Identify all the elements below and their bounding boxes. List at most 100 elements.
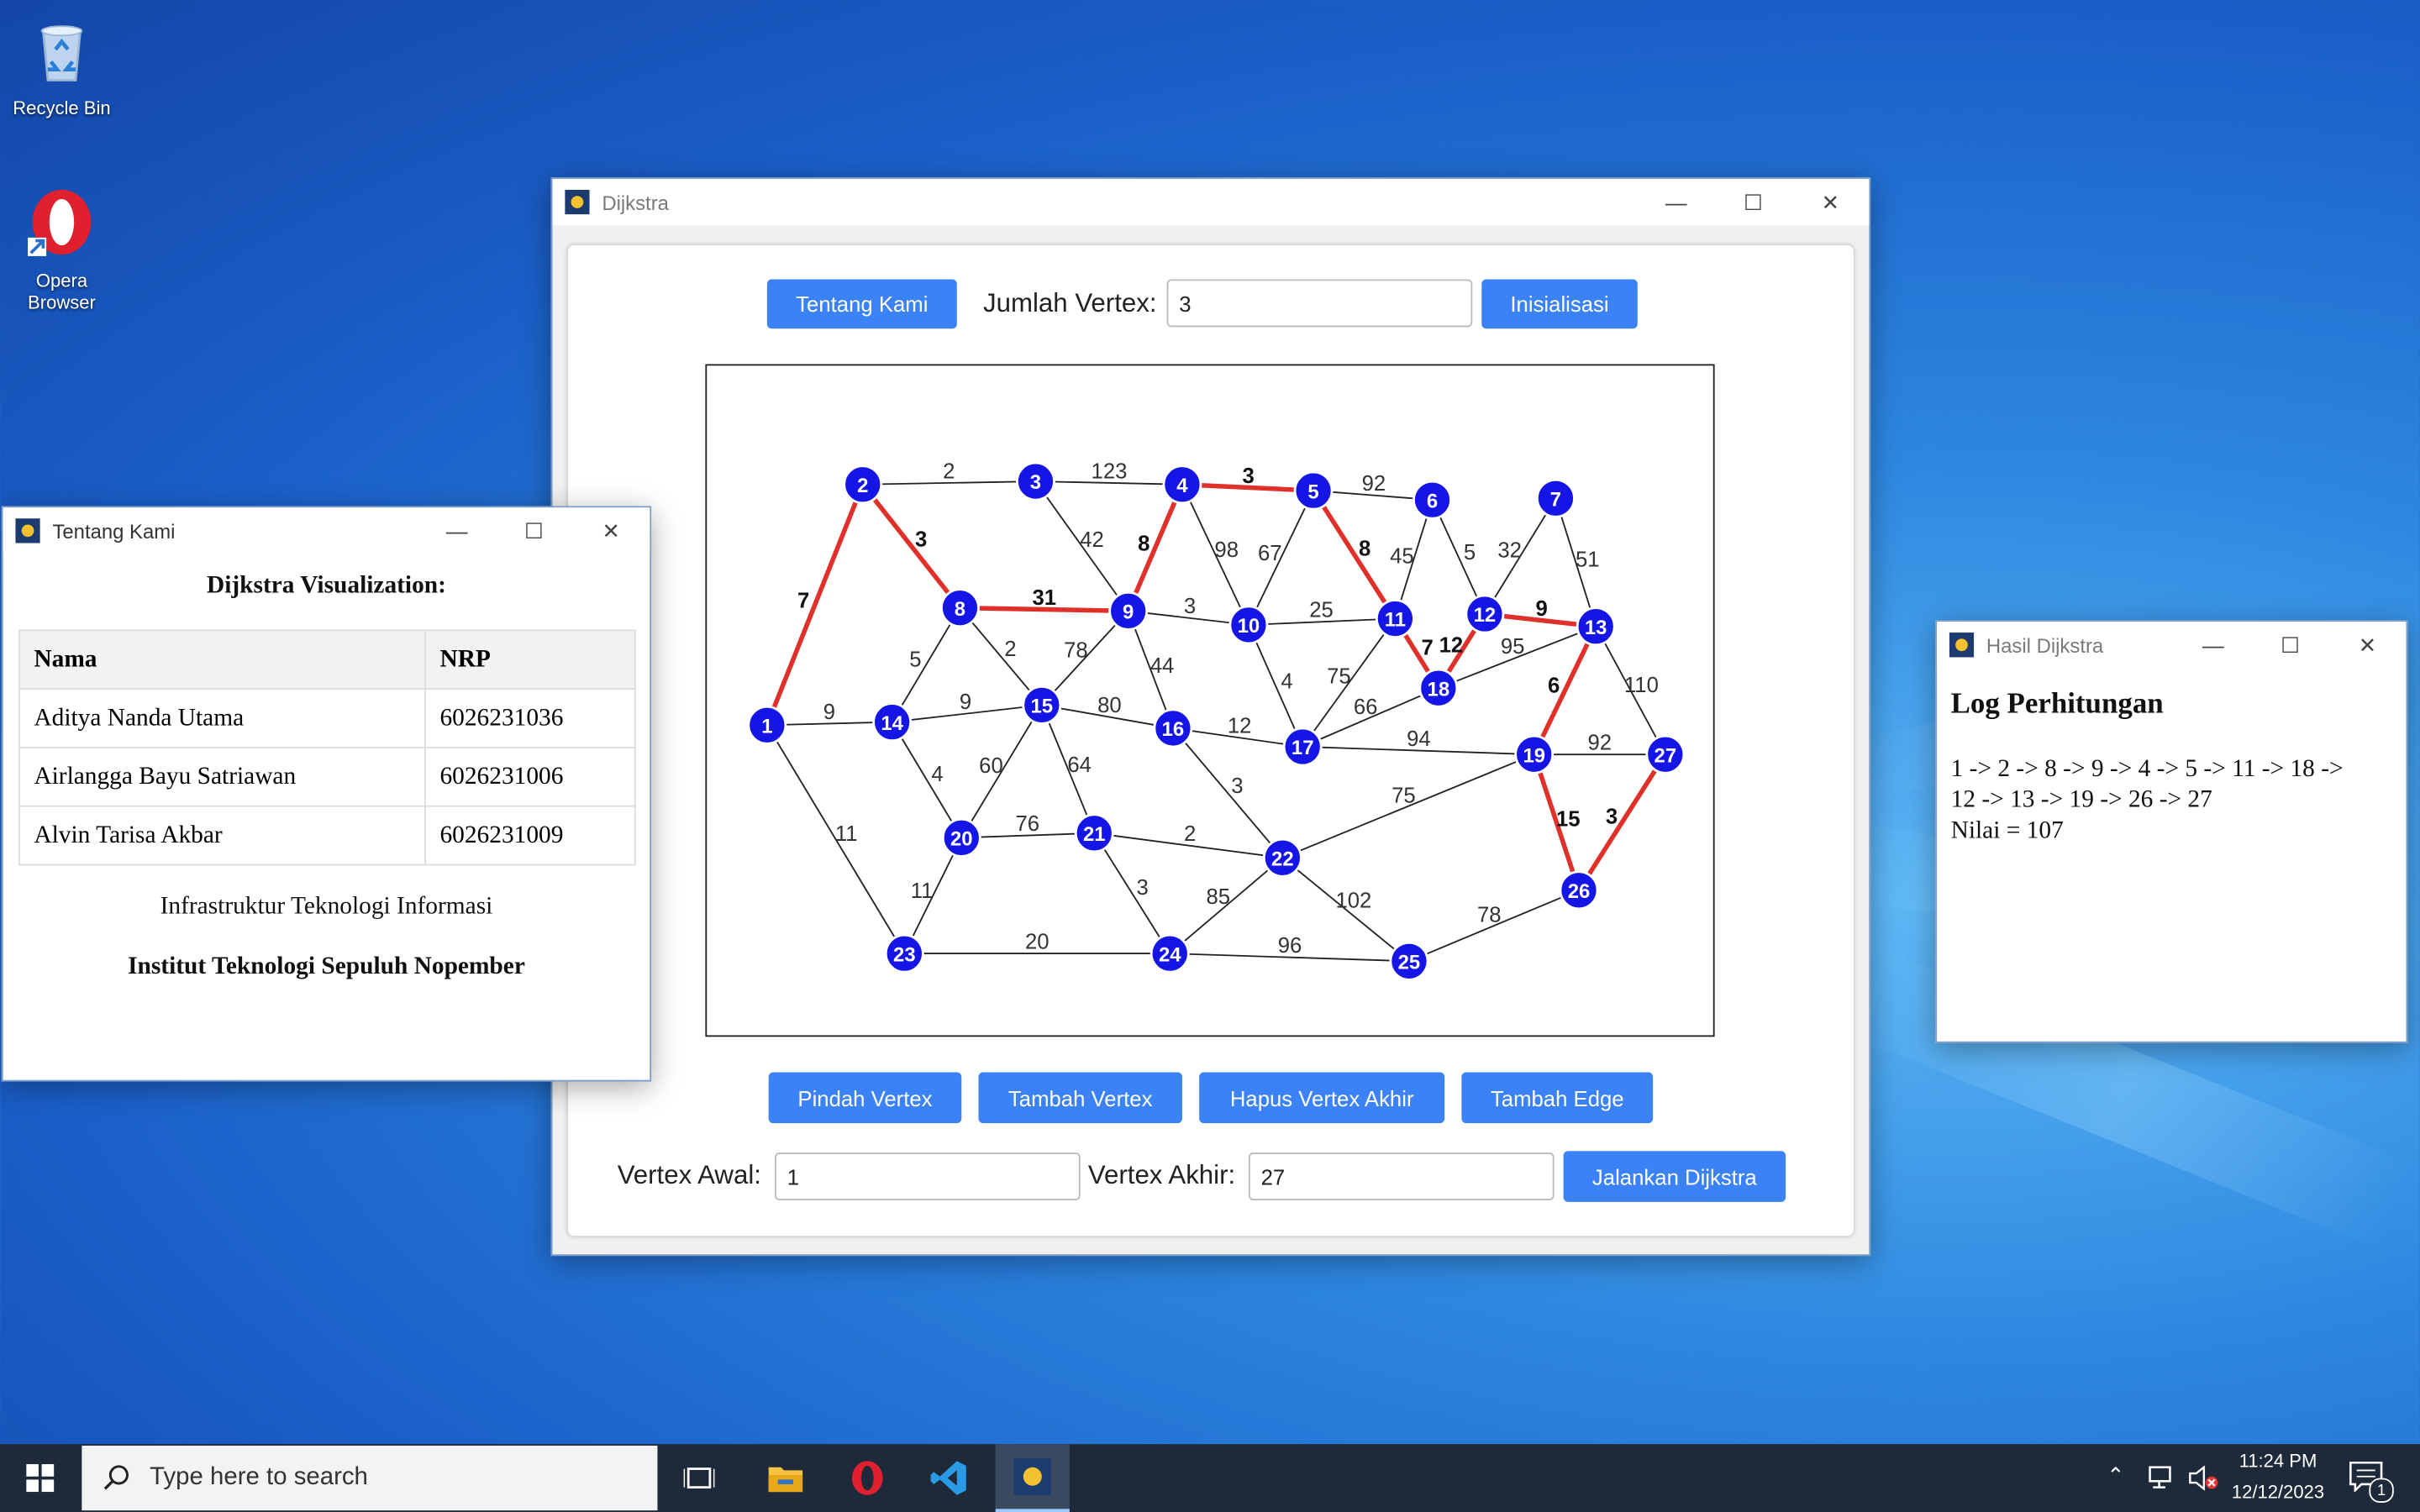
start-button[interactable]: [0, 1444, 81, 1512]
remove-last-vertex-button[interactable]: Hapus Vertex Akhir: [1199, 1072, 1445, 1124]
vertex-label: 22: [1271, 848, 1294, 870]
edge-weight-label: 5: [1464, 541, 1476, 564]
graph-vertex[interactable]: 24: [1150, 933, 1190, 974]
close-button[interactable]: ✕: [1791, 179, 1869, 225]
vertex-label: 5: [1307, 480, 1318, 503]
maximize-button[interactable]: ☐: [2252, 622, 2329, 668]
table-header-row: Nama NRP: [18, 629, 636, 690]
add-edge-button[interactable]: Tambah Edge: [1461, 1072, 1654, 1124]
result-window: Hasil Dijkstra — ☐ ✕ Log Perhitungan 1 -…: [1935, 620, 2408, 1043]
minimize-button[interactable]: —: [418, 507, 496, 554]
minimize-button[interactable]: —: [1638, 179, 1715, 225]
graph-vertex[interactable]: 3: [1016, 461, 1055, 501]
taskbar-search[interactable]: Type here to search: [82, 1446, 658, 1511]
graph-vertex[interactable]: 20: [941, 817, 981, 858]
taskbar-app-vscode[interactable]: [915, 1444, 983, 1512]
taskbar-app-explorer[interactable]: [751, 1444, 819, 1512]
graph-vertex[interactable]: 14: [872, 702, 913, 743]
vertex-label: 21: [1083, 823, 1106, 846]
about-window: Tentang Kami — ☐ ✕ Dijkstra Visualizatio…: [1, 506, 652, 1082]
run-dijkstra-button[interactable]: Jalankan Dijkstra: [1563, 1151, 1786, 1202]
edge-weight-label: 75: [1392, 784, 1416, 807]
edge-weight-label: 96: [1278, 934, 1302, 958]
vertex-label: 18: [1428, 678, 1450, 701]
end-vertex-input[interactable]: 27: [1248, 1152, 1555, 1200]
taskbar-app-opera[interactable]: [834, 1444, 902, 1512]
graph-vertex[interactable]: 17: [1282, 727, 1323, 767]
vertex-label: 11: [1385, 609, 1406, 632]
graph-vertex[interactable]: 7: [1536, 478, 1576, 518]
graph-vertex[interactable]: 26: [1559, 870, 1599, 911]
graph-vertex[interactable]: 4: [1162, 465, 1202, 505]
graph-vertex[interactable]: 9: [1108, 591, 1149, 631]
graph-vertex[interactable]: 21: [1074, 813, 1114, 853]
vertex-label: 13: [1585, 617, 1607, 639]
start-vertex-input[interactable]: 1: [775, 1152, 1081, 1200]
graph-edge: [891, 722, 963, 838]
edge-weight-label: 44: [1150, 654, 1175, 678]
graph-vertex[interactable]: 8: [940, 588, 980, 628]
close-button[interactable]: ✕: [2329, 622, 2407, 668]
desktop-icon-opera[interactable]: Opera Browser: [0, 185, 124, 313]
tray-chevron-icon[interactable]: ⌃: [2107, 1462, 2125, 1488]
edge-weight-label: 12: [1439, 633, 1464, 657]
taskbar-app-dijkstra[interactable]: [995, 1444, 1070, 1512]
result-titlebar[interactable]: Hasil Dijkstra — ☐ ✕: [1937, 622, 2407, 669]
initialize-button[interactable]: Inisialisasi: [1481, 279, 1638, 329]
graph-vertex[interactable]: 12: [1465, 594, 1505, 634]
graph-vertex[interactable]: 18: [1418, 668, 1459, 708]
close-button[interactable]: ✕: [572, 507, 650, 554]
graph-vertex[interactable]: 27: [1645, 734, 1686, 774]
move-vertex-button[interactable]: Pindah Vertex: [768, 1072, 962, 1124]
log-total: Nilai = 107: [1950, 817, 2064, 844]
clock-time[interactable]: 11:24 PM: [2219, 1451, 2337, 1473]
graph-vertex[interactable]: 13: [1576, 606, 1616, 647]
members-table: Nama NRP Aditya Nanda Utama 6026231036 A…: [18, 629, 636, 866]
vertex-label: 26: [1568, 880, 1591, 903]
vertex-count-input[interactable]: 3: [1166, 279, 1473, 328]
graph-vertex[interactable]: 15: [1022, 685, 1062, 725]
maximize-button[interactable]: ☐: [1715, 179, 1792, 225]
graph-vertex[interactable]: 19: [1514, 734, 1555, 774]
minimize-button[interactable]: —: [2175, 622, 2252, 668]
graph-vertex[interactable]: 2: [843, 465, 883, 505]
edge-weight-label: 3: [1137, 876, 1149, 900]
graph-vertex[interactable]: 6: [1413, 480, 1452, 520]
vertex-label: 27: [1655, 744, 1677, 767]
about-button[interactable]: Tentang Kami: [766, 279, 957, 329]
clock-date[interactable]: 12/12/2023: [2219, 1481, 2337, 1503]
graph-vertex[interactable]: 10: [1228, 605, 1269, 645]
volume-muted-icon[interactable]: [2188, 1465, 2219, 1491]
edge-weight-label: 85: [1206, 885, 1230, 909]
edge-weight-label: 64: [1067, 753, 1092, 777]
column-header-name: Nama: [18, 629, 426, 690]
vertex-label: 25: [1398, 951, 1421, 974]
graph-vertex[interactable]: 22: [1262, 837, 1302, 878]
graph-vertex[interactable]: 1: [747, 705, 787, 745]
graph-vertex[interactable]: 11: [1375, 599, 1415, 638]
add-vertex-button[interactable]: Tambah Vertex: [978, 1072, 1182, 1124]
graph-vertex[interactable]: 25: [1389, 941, 1429, 981]
vertex-label: 24: [1159, 943, 1181, 966]
vertex-label: 23: [893, 943, 916, 966]
edge-weight-label: 67: [1258, 542, 1282, 565]
task-view-button[interactable]: [666, 1444, 731, 1512]
edge-weight-label: 20: [1025, 931, 1050, 954]
network-icon[interactable]: [2149, 1466, 2176, 1490]
graph-vertex[interactable]: 16: [1153, 708, 1193, 748]
shortest-path-edge: [765, 483, 865, 727]
graph-canvas[interactable]: 7 2 123 3 92 3 31 42 8 98 3 67 8 25 45 5 32 51 7 12 9 95 6 110 9…: [705, 364, 1715, 1037]
window-title: Hasil Dijkstra: [1986, 633, 2104, 657]
about-titlebar[interactable]: Tentang Kami — ☐ ✕: [3, 507, 650, 554]
desktop-icon-recycle-bin[interactable]: Recycle Bin: [0, 13, 124, 119]
notification-button[interactable]: 1: [2346, 1457, 2394, 1503]
edge-weight-label: 102: [1335, 890, 1371, 913]
member-name: Airlangga Bayu Satriawan: [18, 746, 426, 807]
shortest-path-edge: [860, 483, 962, 610]
dijkstra-titlebar[interactable]: Dijkstra — ☐ ✕: [552, 179, 1870, 226]
maximize-button[interactable]: ☐: [496, 507, 573, 554]
graph-vertex[interactable]: 23: [884, 933, 924, 974]
graph-vertex[interactable]: 5: [1293, 470, 1334, 511]
notification-count-badge: 1: [2369, 1478, 2394, 1503]
edge-weight-label: 9: [1536, 597, 1548, 621]
